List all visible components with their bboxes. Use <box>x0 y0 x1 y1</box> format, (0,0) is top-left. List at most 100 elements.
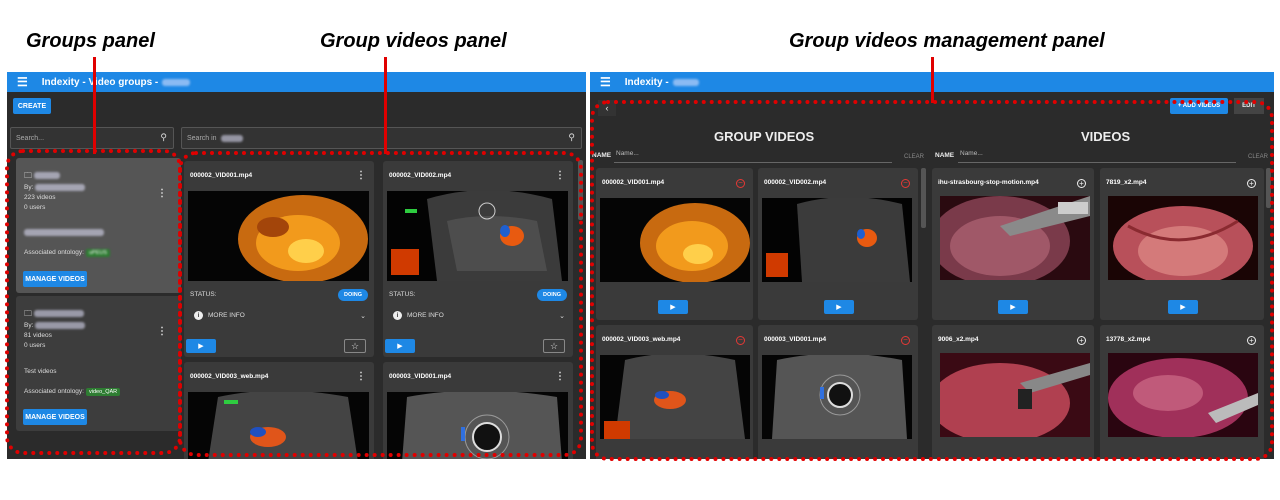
caption-groups-panel: Groups panel <box>26 30 155 52</box>
video-thumbnail[interactable] <box>387 191 568 281</box>
more-info-toggle[interactable]: i MORE INFO <box>194 311 245 320</box>
play-button[interactable]: ▶ <box>998 300 1028 314</box>
video-thumbnail[interactable] <box>387 392 568 459</box>
video-card[interactable]: 000002_VID003_web.mp4 ⋮ <box>184 362 374 459</box>
ultrasound-image <box>762 198 912 282</box>
video-title: 000002_VID003_web.mp4 <box>190 373 269 380</box>
more-info-toggle[interactable]: i MORE INFO <box>393 311 444 320</box>
folder-icon: 🗀 <box>24 309 32 318</box>
star-icon[interactable]: ☆ <box>543 339 565 353</box>
clear-button[interactable]: CLEAR <box>904 154 924 160</box>
video-title: 000002_VID002.mp4 <box>764 179 827 186</box>
video-thumbnail[interactable] <box>940 196 1090 280</box>
group-video-card[interactable]: 000003_VID001.mp4 − <box>758 325 918 459</box>
group-card[interactable]: 🗀 By: 81 videos 0 users Test videos Asso… <box>16 296 181 431</box>
group-videos-heading: GROUP VIDEOS <box>714 129 815 144</box>
video-card[interactable]: 000002_VID002.mp4 ⋮ STATUS: DOING i MORE… <box>383 161 573 357</box>
more-vert-icon[interactable]: ⋮ <box>356 170 366 181</box>
search-icon[interactable]: ⚲ <box>568 132 575 143</box>
video-card[interactable]: 9006_x2.mp4 + <box>932 325 1094 459</box>
back-arrow-icon[interactable]: ‹ <box>598 100 616 116</box>
video-thumbnail[interactable] <box>762 355 912 439</box>
add-circle-icon[interactable]: + <box>1247 179 1256 188</box>
group-title: 🗀 <box>24 308 85 322</box>
remove-circle-icon[interactable]: − <box>736 179 745 188</box>
remove-circle-icon[interactable]: − <box>901 336 910 345</box>
remove-circle-icon[interactable]: − <box>901 179 910 188</box>
video-thumbnail[interactable] <box>600 355 750 439</box>
video-thumbnail[interactable] <box>940 353 1090 437</box>
info-icon: i <box>194 311 203 320</box>
video-title: 000003_VID001.mp4 <box>389 373 452 380</box>
name-filter-input[interactable]: Name... <box>616 150 639 157</box>
play-button[interactable]: ▶ <box>385 339 415 353</box>
video-thumbnail[interactable] <box>600 198 750 282</box>
group-author-label: By: <box>24 184 34 192</box>
play-button[interactable]: ▶ <box>1168 300 1198 314</box>
menu-icon[interactable]: ☰ <box>600 75 611 89</box>
video-card[interactable]: 000003_VID001.mp4 ⋮ <box>383 362 573 459</box>
play-button[interactable]: ▶ <box>824 300 854 314</box>
add-circle-icon[interactable]: + <box>1077 336 1086 345</box>
play-button[interactable]: ▶ <box>658 300 688 314</box>
ultrasound-image <box>600 355 750 439</box>
create-button[interactable]: CREATE <box>13 98 51 114</box>
manage-videos-button[interactable]: MANAGE VIDEOS <box>23 271 87 287</box>
redacted-group-name <box>672 78 699 86</box>
menu-icon[interactable]: ☰ <box>17 75 28 89</box>
redacted-search-group <box>220 134 243 142</box>
video-thumbnail[interactable] <box>188 191 369 281</box>
search-icon[interactable]: ⚲ <box>160 132 167 143</box>
play-button[interactable]: ▶ <box>186 339 216 353</box>
group-video-card[interactable]: 000002_VID003_web.mp4 − <box>596 325 753 459</box>
more-vert-icon[interactable]: ⋮ <box>157 188 167 199</box>
right-app-title: Indexity - <box>624 76 669 88</box>
chevron-down-icon[interactable]: ⌄ <box>559 312 565 320</box>
group-description: Test videos <box>24 368 57 375</box>
clear-button[interactable]: CLEAR <box>1248 154 1268 160</box>
status-label: STATUS: <box>389 291 416 298</box>
video-card[interactable]: ihu-strasbourg-stop-motion.mp4 + ▶ <box>932 168 1094 320</box>
info-icon: i <box>393 311 402 320</box>
more-vert-icon[interactable]: ⋮ <box>157 326 167 337</box>
add-circle-icon[interactable]: + <box>1077 179 1086 188</box>
manage-videos-button[interactable]: MANAGE VIDEOS <box>23 409 87 425</box>
ultrasound-image <box>188 392 369 459</box>
group-name-blurred <box>34 172 61 180</box>
name-filter-label: NAME <box>592 152 612 159</box>
scrollbar[interactable] <box>1266 168 1271 208</box>
scrollbar[interactable] <box>578 160 583 220</box>
chevron-down-icon[interactable]: ⌄ <box>360 312 366 320</box>
add-circle-icon[interactable]: + <box>1247 336 1256 345</box>
video-card[interactable]: 7819_x2.mp4 + ▶ <box>1100 168 1264 320</box>
ontology-label: Associated ontology: <box>24 249 84 256</box>
star-icon[interactable]: ☆ <box>344 339 366 353</box>
more-vert-icon[interactable]: ⋮ <box>555 170 565 181</box>
videos-heading: VIDEOS <box>1081 129 1131 144</box>
video-thumbnail[interactable] <box>762 198 912 282</box>
groups-search-input[interactable]: Search... ⚲ <box>10 127 174 149</box>
name-filter-label: NAME <box>935 152 955 159</box>
remove-circle-icon[interactable]: − <box>736 336 745 345</box>
scrollbar[interactable] <box>921 168 926 228</box>
ontology-label: Associated ontology: <box>24 388 84 395</box>
more-vert-icon[interactable]: ⋮ <box>555 371 565 382</box>
videos-search-input[interactable]: Search in ⚲ <box>181 127 582 149</box>
group-video-count: 81 videos <box>24 332 52 339</box>
more-vert-icon[interactable]: ⋮ <box>356 371 366 382</box>
video-thumbnail[interactable] <box>1108 353 1258 437</box>
group-card[interactable]: 🗀 By: 223 videos 0 users Associated onto… <box>16 158 181 293</box>
video-title: 7819_x2.mp4 <box>1106 179 1147 186</box>
group-video-card[interactable]: 000002_VID001.mp4 − ▶ <box>596 168 753 320</box>
video-card[interactable]: 13778_x2.mp4 + <box>1100 325 1264 459</box>
group-ontology: Associated ontology: video_QAR <box>24 388 121 396</box>
video-thumbnail[interactable] <box>1108 196 1258 280</box>
edit-button[interactable]: EDIT <box>1234 98 1264 114</box>
add-videos-button[interactable]: + ADD VIDEOS <box>1170 98 1228 114</box>
video-card[interactable]: 000002_VID001.mp4 ⋮ STATUS: DOING i MORE… <box>184 161 374 357</box>
laparoscopy-image <box>940 353 1090 437</box>
annotation-pointer <box>384 57 387 154</box>
group-video-card[interactable]: 000002_VID002.mp4 − ▶ <box>758 168 918 320</box>
name-filter-input[interactable]: Name... <box>960 150 983 157</box>
video-thumbnail[interactable] <box>188 392 369 459</box>
